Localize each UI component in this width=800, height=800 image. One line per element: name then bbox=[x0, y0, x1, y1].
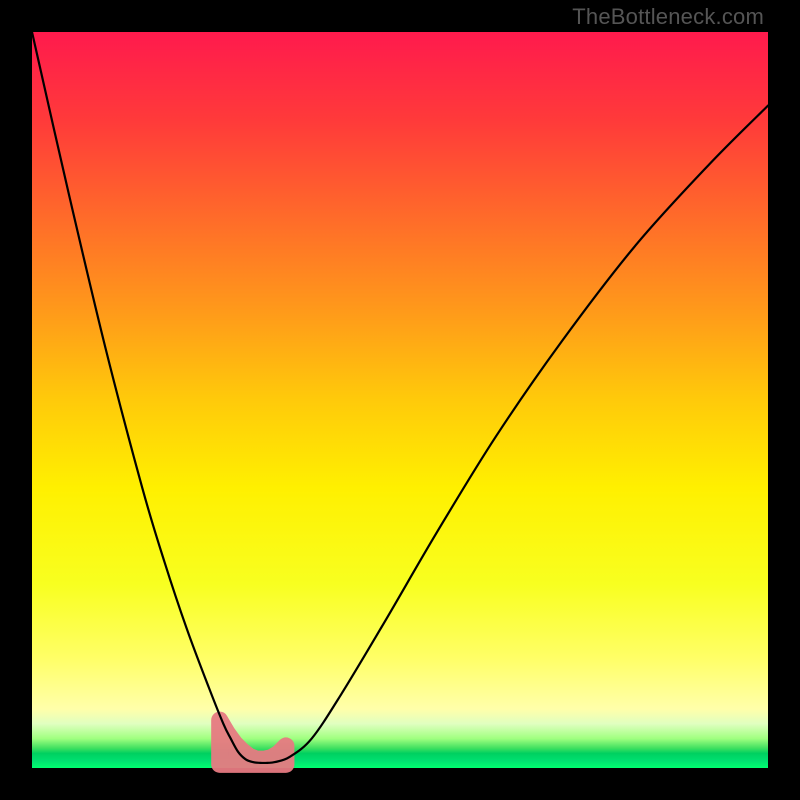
plot-area bbox=[32, 32, 768, 768]
watermark-text: TheBottleneck.com bbox=[572, 4, 764, 30]
optimal-zone-highlight bbox=[220, 720, 286, 764]
curve-layer bbox=[32, 32, 768, 768]
bottleneck-curve bbox=[32, 32, 768, 763]
chart-frame: TheBottleneck.com bbox=[0, 0, 800, 800]
